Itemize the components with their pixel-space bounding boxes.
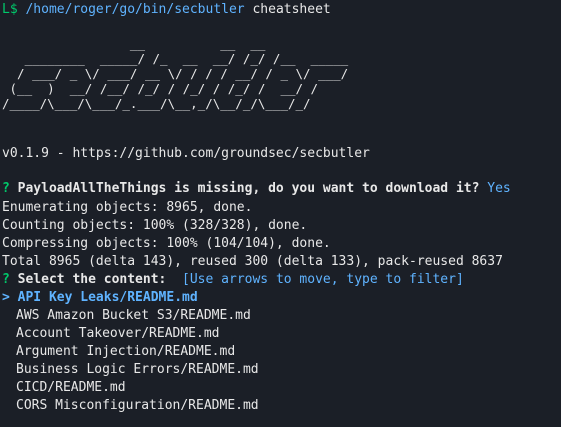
download-question: ? PayloadAllTheThings is missing, do you…	[2, 180, 511, 198]
cursor-indicator: >	[2, 290, 10, 305]
select-option[interactable]: CICD/README.md	[2, 379, 126, 397]
select-prompt: ? Select the content: [Use arrows to mov…	[2, 271, 464, 289]
git-output-line: Total 8965 (delta 143), reused 300 (delt…	[2, 254, 503, 269]
git-output-line: Enumerating objects: 8965, done.	[2, 200, 253, 215]
select-option[interactable]: CORS Misconfiguration/README.md	[2, 397, 259, 415]
question-answer: Yes	[487, 181, 511, 196]
select-question-mark: ?	[2, 272, 10, 287]
version-line: v0.1.9 - https://github.com/groundsec/se…	[2, 146, 370, 161]
select-option-selected[interactable]: > API Key Leaks/README.md	[2, 289, 198, 307]
select-option[interactable]: AWS Amazon Bucket S3/README.md	[2, 307, 251, 325]
prompt-bracket: L$	[2, 2, 18, 17]
select-option[interactable]: Business Logic Errors/README.md	[2, 361, 259, 379]
question-mark: ?	[2, 181, 10, 196]
git-output-line: Counting objects: 100% (328/328), done.	[2, 218, 308, 233]
git-output-line: Compressing objects: 100% (104/104), don…	[2, 236, 331, 251]
prompt-path: /home/roger/go/bin/secbutler	[25, 2, 245, 17]
select-label: Select the content:	[17, 272, 167, 287]
ascii-logo: __ __ __ ________ _____/ /_ __ __/ /_/ /…	[2, 36, 349, 111]
question-text: PayloadAllTheThings is missing, do you w…	[17, 181, 480, 196]
prompt-line: L$ /home/roger/go/bin/secbutler cheatshe…	[2, 1, 331, 19]
select-option[interactable]: Argument Injection/README.md	[2, 343, 235, 361]
terminal-window[interactable]: L$ /home/roger/go/bin/secbutler cheatshe…	[0, 0, 561, 427]
option-label: API Key Leaks/README.md	[17, 290, 198, 305]
prompt-command: cheatsheet	[252, 2, 331, 17]
select-option[interactable]: Account Takeover/README.md	[2, 325, 220, 343]
select-hint: [Use arrows to move, type to filter]	[182, 272, 464, 287]
